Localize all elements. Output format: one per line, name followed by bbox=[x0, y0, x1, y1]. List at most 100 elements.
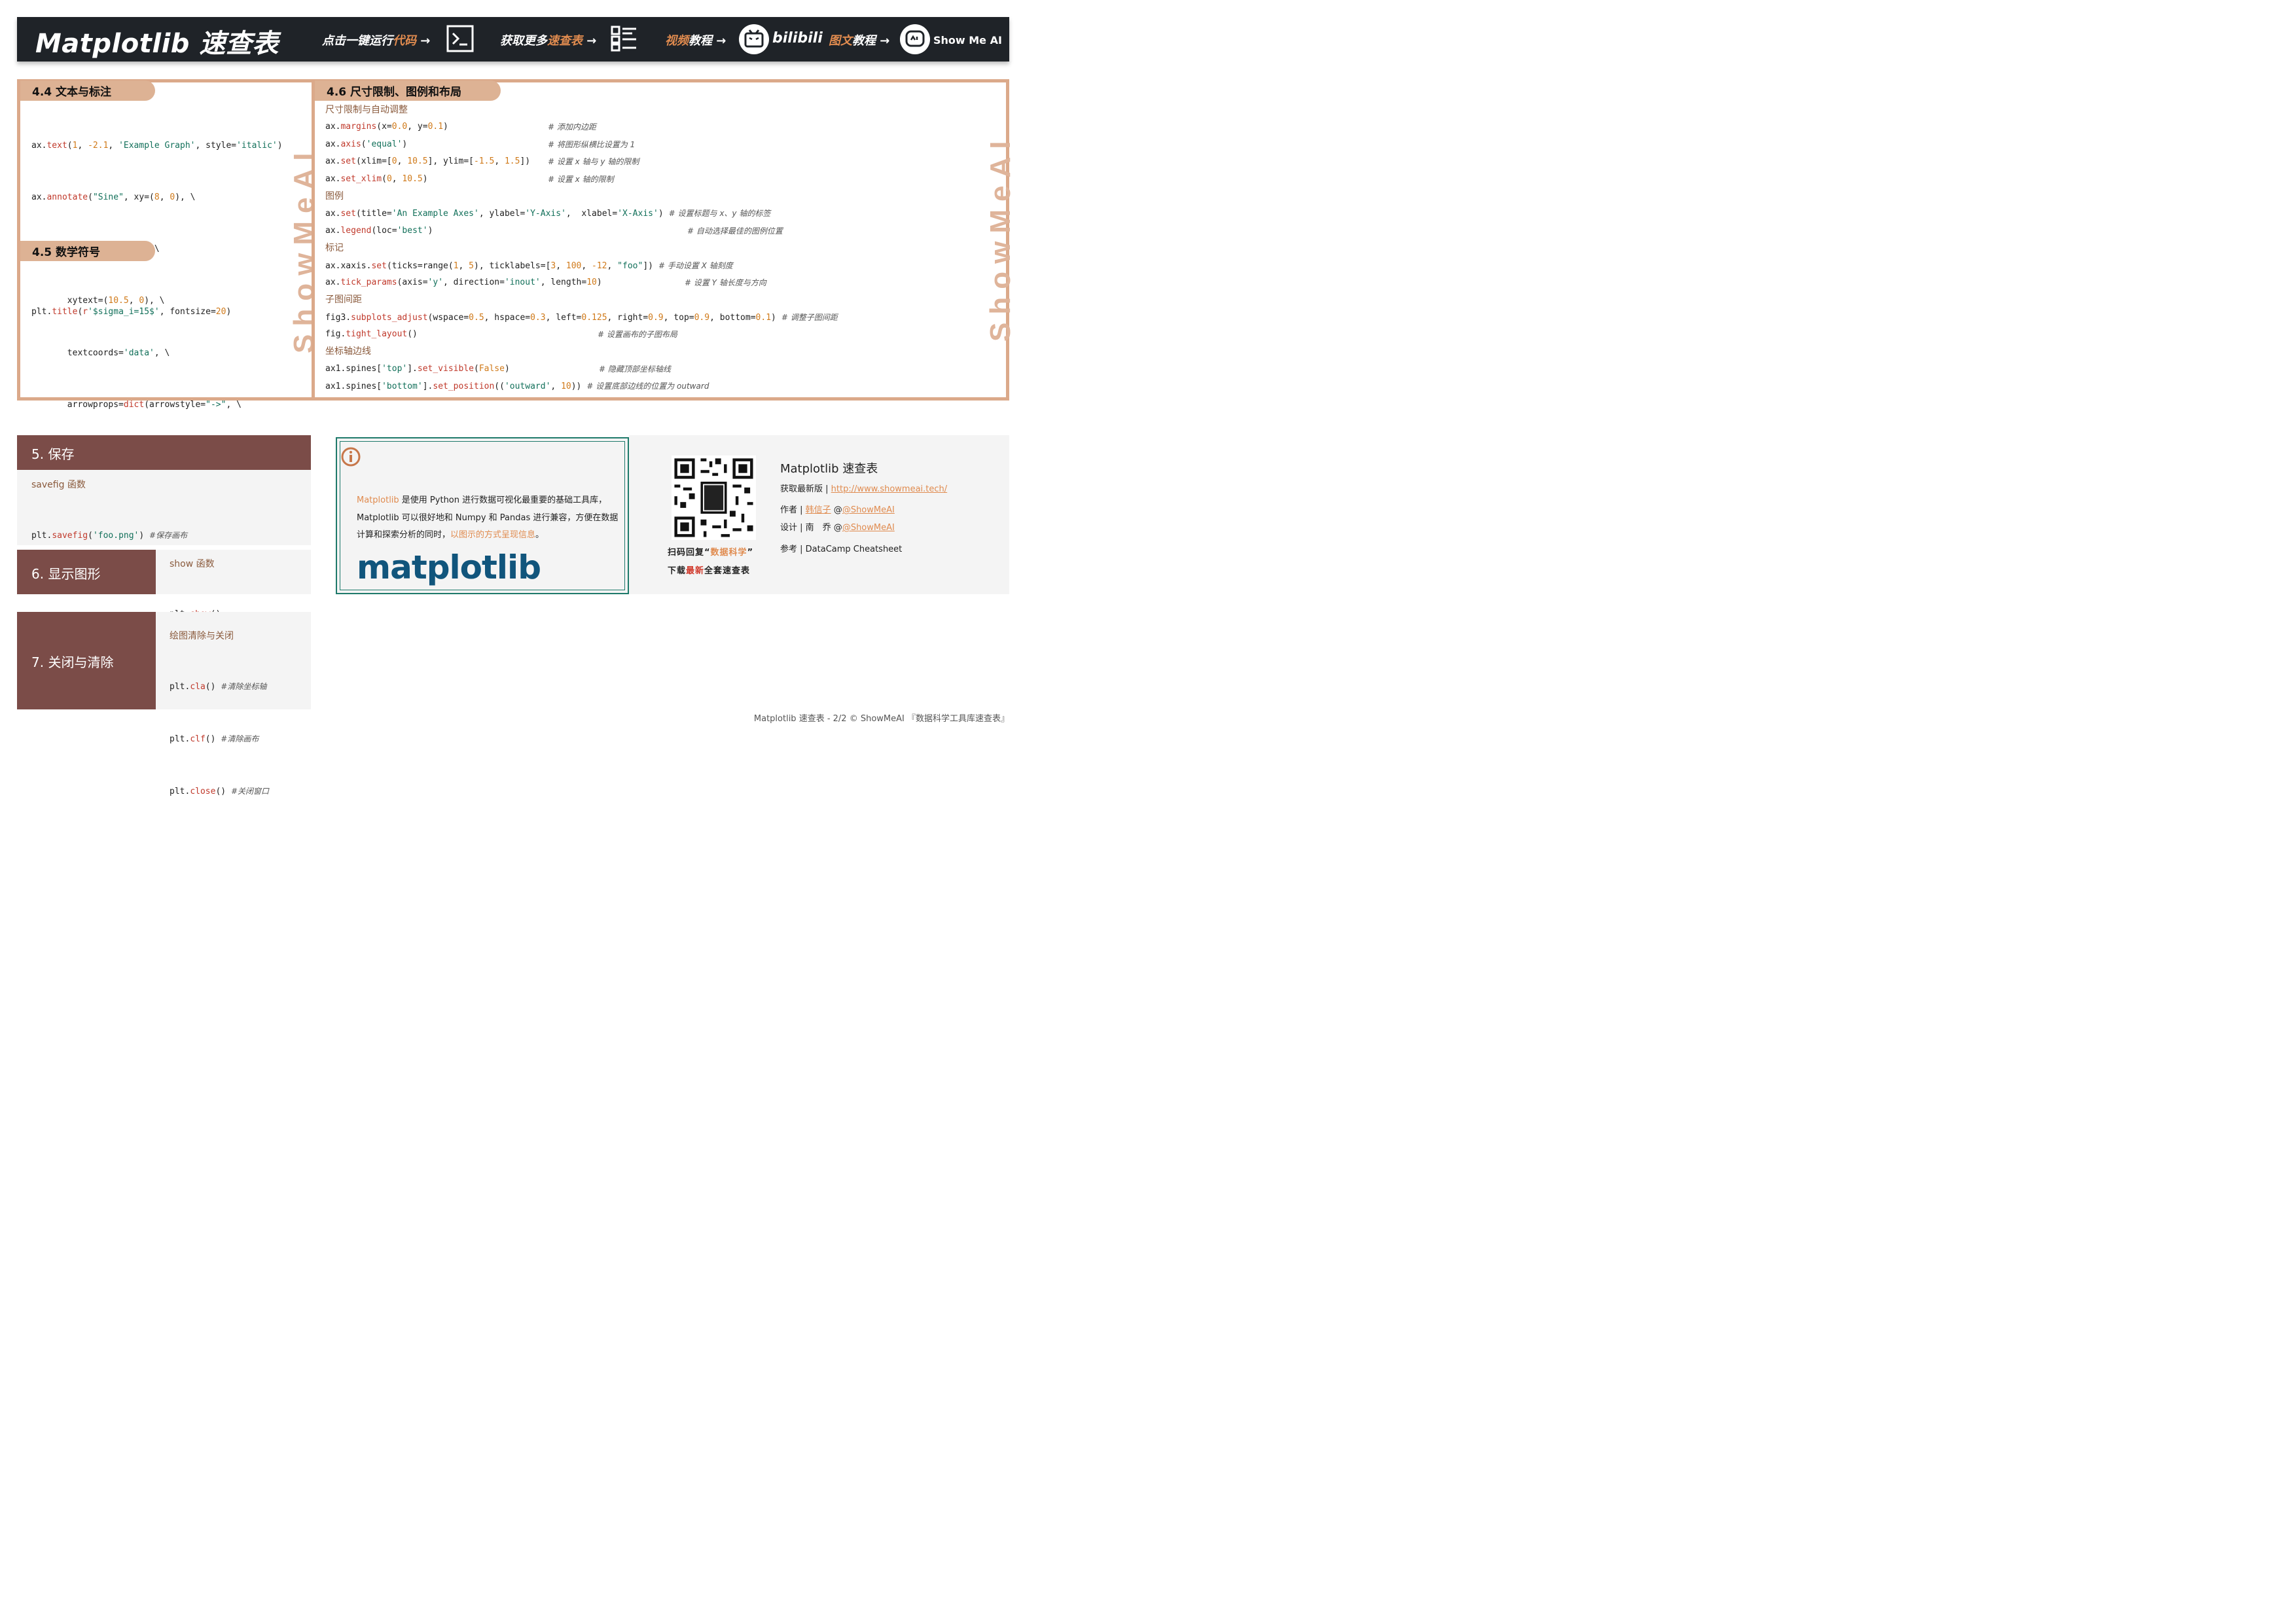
section-4-5-title: 4.5 数学符号 bbox=[20, 241, 155, 261]
code-line: ax.annotate("Sine", xy=(8, 0), \ bbox=[31, 192, 196, 203]
header-bar: Matplotlib 速查表 点击一键运行代码 → 获取更多速查表 → 视频教程… bbox=[17, 17, 1009, 62]
code-comment: # 自动选择最佳的图例位置 bbox=[687, 226, 783, 236]
page-title: Matplotlib 速查表 bbox=[35, 29, 279, 59]
subsection-heading: 图例 bbox=[325, 190, 344, 202]
code-line: ax.set(title='An Example Axes', ylabel='… bbox=[325, 205, 980, 222]
code-line: ax.axis('equal') # 将图形纵横比设置为 1 bbox=[325, 136, 980, 153]
code-line: textcoords='data', \ bbox=[31, 348, 170, 358]
card-label: 参考 | bbox=[780, 544, 803, 554]
section-4-5-code: plt.title(r'$sigma_i=15$', fontsize=20) bbox=[31, 269, 231, 338]
code-comment: # 设置画布的子图布局 bbox=[598, 330, 677, 340]
card-latest: 获取最新版 | http://www.showmeai.tech/ bbox=[780, 482, 947, 494]
code-text: ax.tick_params(axis='y', direction='inou… bbox=[325, 277, 602, 287]
article-label: 教程 bbox=[852, 34, 876, 48]
video-tutorial-link[interactable]: 视频教程 → bbox=[665, 31, 726, 48]
section-5-header: 5. 保存 bbox=[17, 435, 311, 470]
info-highlight: Matplotlib bbox=[357, 495, 399, 505]
section-4-6-body: 尺寸限制与自动调整 ax.margins(x=0.0, y=0.1) # 添加内边距… bbox=[325, 101, 980, 395]
section-6-header: 6. 显示图形 bbox=[17, 550, 156, 594]
code-text: ax.set_xlim(0, 10.5) bbox=[325, 173, 428, 184]
info-line: Matplotlib 可以很好地和 Numpy 和 Pandas 进行兼容，方便… bbox=[357, 512, 619, 523]
article-tutorial-link[interactable]: 图文教程 → bbox=[829, 31, 889, 48]
code-text: fig.tight_layout() bbox=[325, 329, 418, 340]
designer-name: 南 乔 bbox=[805, 523, 831, 533]
code-line: plt.close() #关闭窗口 bbox=[170, 787, 269, 797]
info-text: Matplotlib 是使用 Python 进行数据可视化最重要的基础工具库， … bbox=[357, 492, 618, 544]
code-line: fig3.subplots_adjust(wspace=0.5, hspace=… bbox=[325, 309, 980, 326]
terminal-icon[interactable] bbox=[446, 25, 474, 52]
code-line: plt.cla() #清除坐标轴 bbox=[170, 681, 267, 692]
code-comment: # 设置底部边线的位置为 outward bbox=[586, 382, 709, 391]
run-code-accent: 代码 bbox=[393, 34, 416, 48]
code-comment: # 手动设置 X 轴刻度 bbox=[658, 260, 733, 270]
code-text: ax.margins(x=0.0, y=0.1) bbox=[325, 122, 448, 132]
code-line: ax.set(xlim=[0, 10.5], ylim=[-1.5, 1.5])… bbox=[325, 153, 980, 170]
card-reference: 参考 | DataCamp Cheatsheet bbox=[780, 542, 902, 554]
qr-caption-text: 全套速查表 bbox=[704, 566, 751, 576]
author-handle-link[interactable]: @ShowMeAI bbox=[842, 505, 895, 515]
subsection-heading: 标记 bbox=[325, 243, 344, 254]
code-line: ax1.spines['bottom'].set_position(('outw… bbox=[325, 378, 980, 395]
subsection-heading: 尺寸限制与自动调整 bbox=[325, 105, 408, 115]
code-line: ax.text(1, -2.1, 'Example Graph', style=… bbox=[31, 140, 283, 151]
info-line: 计算和探索分析的同时， bbox=[357, 530, 451, 540]
author-link[interactable]: 韩信子 bbox=[806, 505, 831, 515]
qr-caption-text: 扫码回复“ bbox=[668, 548, 711, 558]
reference-value: DataCamp Cheatsheet bbox=[805, 544, 903, 554]
arrow-icon: → bbox=[716, 34, 726, 48]
section-4-6-title: 4.6 尺寸限制、图例和布局 bbox=[315, 80, 501, 101]
code-comment: # 设置标题与 x、y 轴的标签 bbox=[668, 209, 771, 219]
qr-caption-1: 扫码回复“数据科学” bbox=[668, 545, 753, 558]
code-text: ax.set(title='An Example Axes', ylabel='… bbox=[325, 209, 664, 219]
code-line: plt.clf() #清除画布 bbox=[170, 734, 259, 745]
code-line: ax.legend(loc='best') # 自动选择最佳的图例位置 bbox=[325, 223, 980, 240]
more-sheets-label: 获取更多 bbox=[500, 34, 547, 48]
info-line: 是使用 Python 进行数据可视化最重要的基础工具库， bbox=[399, 495, 607, 505]
code-text: ax1.spines['top'].set_visible(False) bbox=[325, 363, 510, 374]
card-author: 作者 | 韩信子 @@ShowMeAI bbox=[780, 505, 895, 515]
arrow-icon: → bbox=[420, 34, 431, 48]
code-comment: # 将图形纵横比设置为 1 bbox=[548, 139, 636, 149]
arrow-icon: → bbox=[586, 34, 597, 48]
code-comment: # 添加内边距 bbox=[548, 122, 596, 132]
code-text: ax1.spines['bottom'].set_position(('outw… bbox=[325, 382, 582, 392]
code-text: ax.axis('equal') bbox=[325, 139, 408, 149]
section-5-subtitle: savefig 函数 bbox=[31, 480, 86, 490]
info-highlight: 以图示的方式呈现信息 bbox=[450, 530, 536, 540]
page-footer: Matplotlib 速查表 - 2/2 © ShowMeAI 『数据科学工具库… bbox=[753, 714, 1009, 724]
info-line: 。 bbox=[535, 530, 545, 540]
qr-caption-accent: 最新 bbox=[686, 566, 705, 576]
card-title: Matplotlib 速查表 bbox=[780, 462, 878, 476]
matplotlib-logo: matplotlib bbox=[357, 548, 541, 586]
section-4-4-title: 4.4 文本与标注 bbox=[20, 80, 155, 101]
card-label: 作者 | bbox=[780, 505, 803, 515]
code-line: ax.set_xlim(0, 10.5) # 设置 x 轴的限制 bbox=[325, 171, 980, 188]
section-6-subtitle: show 函数 bbox=[170, 559, 215, 569]
bilibili-tv-icon[interactable] bbox=[738, 24, 770, 55]
code-line: plt.savefig('foo.png') #保存画布 bbox=[31, 530, 188, 541]
code-comment: # 设置 x 轴与 y 轴的限制 bbox=[548, 157, 639, 167]
more-sheets-accent: 速查表 bbox=[547, 34, 583, 48]
qr-caption-text: 下载 bbox=[668, 566, 687, 576]
code-line: arrowprops=dict(arrowstyle="->", \ bbox=[31, 399, 242, 410]
video-accent: 视频 bbox=[665, 34, 689, 48]
more-sheets-link[interactable]: 获取更多速查表 → bbox=[500, 31, 596, 48]
section-7-code: plt.cla() #清除坐标轴 plt.clf() #清除画布 plt.clo… bbox=[170, 643, 269, 818]
qr-code-icon[interactable] bbox=[672, 455, 756, 540]
code-comment: # 隐藏顶部坐标轴线 bbox=[599, 364, 671, 374]
list-icon[interactable] bbox=[610, 25, 637, 52]
showmeai-robot-icon[interactable] bbox=[899, 24, 931, 55]
card-label: 设计 | bbox=[780, 523, 803, 533]
run-code-link[interactable]: 点击一键运行代码 → bbox=[322, 31, 430, 48]
subsection-heading: 子图间距 bbox=[325, 294, 362, 306]
card-label: 获取最新版 | bbox=[780, 484, 829, 494]
section-7-subtitle: 绘图清除与关闭 bbox=[170, 631, 234, 641]
watermark-showmeai-right: ShowMeAI bbox=[984, 133, 1016, 342]
code-line: ax.margins(x=0.0, y=0.1) # 添加内边距 bbox=[325, 118, 980, 135]
qr-caption-accent: 数据科学 bbox=[710, 548, 747, 558]
code-text: ax.set(xlim=[0, 10.5], ylim=[-1.5, 1.5]) bbox=[325, 156, 531, 167]
showmeai-logo: Show Me AI bbox=[933, 34, 1002, 46]
code-text: fig3.subplots_adjust(wspace=0.5, hspace=… bbox=[325, 312, 776, 323]
website-link[interactable]: http://www.showmeai.tech/ bbox=[831, 484, 948, 494]
designer-handle-link[interactable]: @ShowMeAI bbox=[842, 523, 895, 533]
